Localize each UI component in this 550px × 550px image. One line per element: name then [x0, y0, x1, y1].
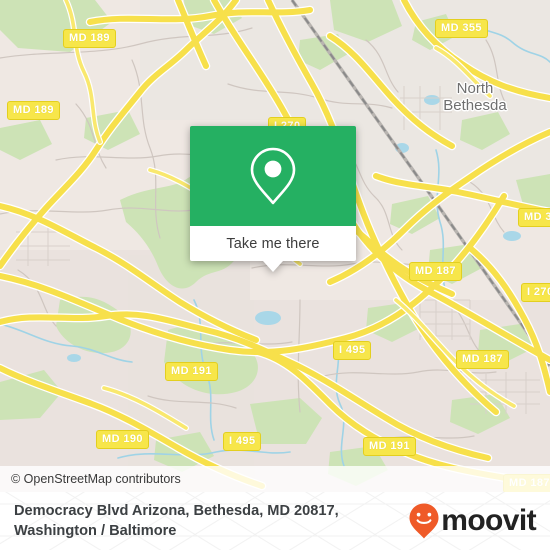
- road-shield-md-187-right[interactable]: MD 187: [456, 350, 509, 369]
- map-pin-icon: [250, 147, 296, 205]
- location-title: Democracy Blvd Arizona, Bethesda, MD 208…: [14, 503, 339, 539]
- road-shield-md-189-west[interactable]: MD 189: [7, 101, 60, 120]
- road-shield-md-191-left[interactable]: MD 191: [165, 362, 218, 381]
- road-shield-i-495-mid[interactable]: I 495: [333, 341, 372, 360]
- map-attribution-bar: © OpenStreetMap contributors: [0, 466, 550, 492]
- place-label-north-bethesda: North Bethesda: [430, 80, 520, 114]
- road-shield-md-187-upper[interactable]: MD 187: [409, 262, 462, 281]
- openstreetmap-attribution[interactable]: © OpenStreetMap contributors: [0, 472, 181, 486]
- footer-content: Democracy Blvd Arizona, Bethesda, MD 208…: [0, 492, 550, 550]
- moovit-smiley-pin-icon: [409, 503, 439, 539]
- road-shield-i-495-lower[interactable]: I 495: [223, 432, 262, 451]
- moovit-wordmark: moovit: [441, 504, 536, 537]
- road-shield-md-189-north[interactable]: MD 189: [63, 29, 116, 48]
- moovit-logo[interactable]: moovit: [409, 503, 538, 539]
- road-shield-md-355-east[interactable]: MD 355: [518, 208, 550, 227]
- road-shield-md-355-north[interactable]: MD 355: [435, 19, 488, 38]
- take-me-there-button[interactable]: Take me there: [226, 236, 319, 252]
- popup-action-area[interactable]: Take me there: [190, 226, 356, 272]
- road-shield-md-191-lower[interactable]: MD 191: [363, 437, 416, 456]
- place-label-line2: Bethesda: [443, 97, 507, 114]
- map-canvas[interactable]: .land { fill:#efe8e3; } .park { fill:#cd…: [0, 0, 550, 492]
- location-popup-card[interactable]: Take me there: [190, 126, 356, 272]
- road-shield-md-190[interactable]: MD 190: [96, 430, 149, 449]
- road-shield-i-270-east[interactable]: I 270: [521, 283, 550, 302]
- footer-bar: Democracy Blvd Arizona, Bethesda, MD 208…: [0, 492, 550, 550]
- popup-tail: [263, 261, 283, 272]
- moovit-map-screenshot: .land { fill:#efe8e3; } .park { fill:#cd…: [0, 0, 550, 550]
- place-label-line1: North: [456, 80, 494, 97]
- popup-icon-area: [190, 126, 356, 226]
